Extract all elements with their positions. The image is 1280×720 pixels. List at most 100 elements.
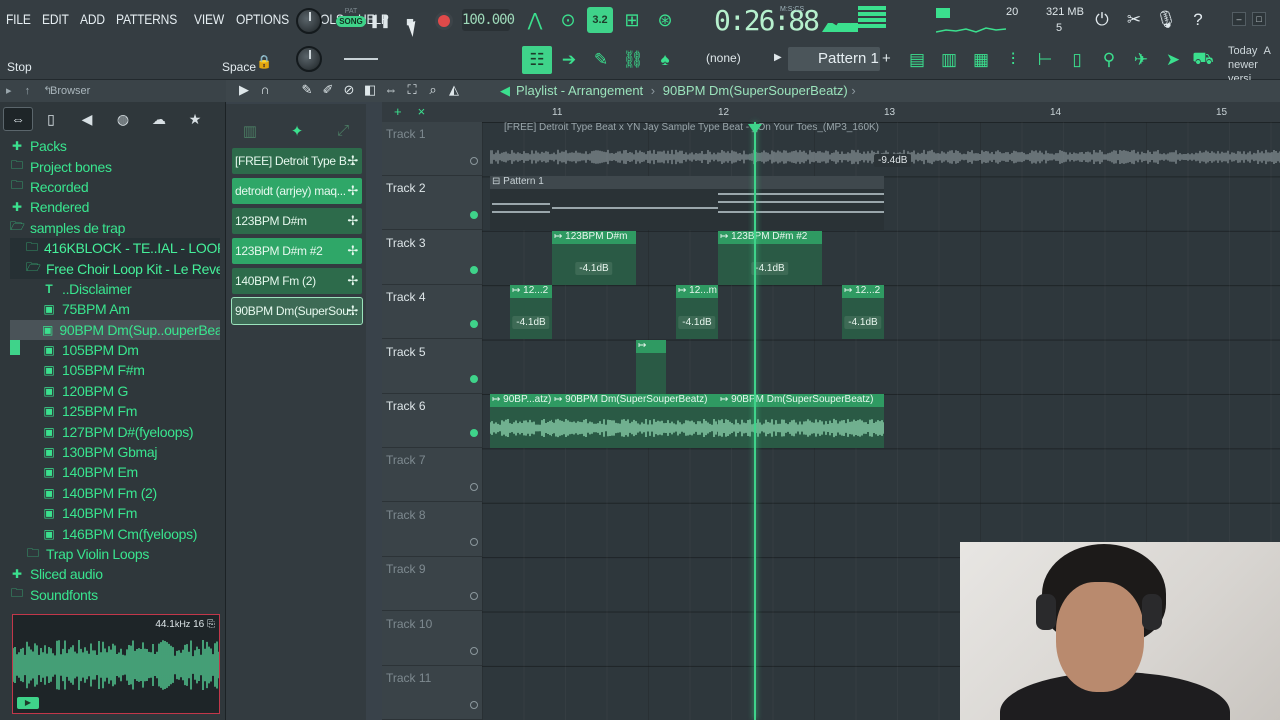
track-mute-led[interactable] bbox=[470, 646, 478, 655]
link-icon[interactable]: ⛓ bbox=[618, 46, 648, 74]
menu-patterns[interactable]: PATTERNS bbox=[116, 11, 177, 27]
track-header[interactable]: Track 6 bbox=[382, 394, 482, 448]
automation-clips-icon[interactable]: ⤢ bbox=[337, 122, 349, 142]
piano-roll-icon[interactable]: ▥ bbox=[934, 46, 964, 74]
plugin-tab-icon[interactable]: ◍ bbox=[105, 107, 141, 131]
browser-item[interactable]: 🗁 Free Choir Loop Kit - Le Reve bbox=[10, 258, 220, 279]
paint-icon[interactable]: ✐ bbox=[320, 82, 336, 100]
track-header[interactable]: Track 4 bbox=[382, 285, 482, 340]
audio-clips-icon[interactable]: ✦ bbox=[291, 122, 304, 142]
track-mute-led[interactable] bbox=[470, 211, 478, 220]
metronome-icon[interactable]: ⋀ bbox=[522, 7, 548, 33]
step-edit-icon[interactable]: ⊞ bbox=[619, 7, 645, 33]
magnet-icon[interactable]: ∩ bbox=[257, 82, 273, 100]
track-header[interactable]: Track 8 bbox=[382, 503, 482, 557]
track-mute-led[interactable] bbox=[470, 374, 478, 383]
browser-item[interactable]: ▣ 140BPM Em bbox=[10, 462, 220, 482]
browser-item[interactable]: 🗀 Trap Violin Loops bbox=[10, 544, 220, 564]
cart-icon[interactable]: ⛟ bbox=[1188, 46, 1218, 74]
arrow-right-icon[interactable]: ➔ bbox=[554, 46, 584, 74]
timeline-ruler[interactable]: 11 12 13 14 15 bbox=[482, 102, 1280, 122]
snap-selector[interactable]: (none) bbox=[684, 51, 764, 69]
browser-item[interactable]: 🗀 416KBLOCK - TE..IAL - LOOP KIT bbox=[10, 237, 220, 259]
pause-button[interactable]: ❚❚ bbox=[368, 9, 392, 33]
stamp-icon[interactable]: ♠ bbox=[650, 46, 680, 74]
current-project-tab-icon[interactable]: ▯ bbox=[33, 107, 69, 131]
mixer-icon[interactable]: ⫶ bbox=[998, 46, 1028, 74]
arrangement-arrow-icon[interactable]: ◀ bbox=[500, 83, 510, 98]
play-icon[interactable]: ▶ bbox=[236, 82, 252, 100]
browser-item[interactable]: ▣ 140BPM Fm (2) bbox=[10, 483, 220, 503]
favorites-tab-icon[interactable]: ★ bbox=[177, 107, 213, 131]
track-mute-led[interactable] bbox=[470, 265, 478, 274]
track-header[interactable]: Track 1 bbox=[382, 122, 482, 176]
plugin-db-tab-icon[interactable]: ◀ bbox=[69, 107, 105, 131]
clip-track4-b[interactable]: ↦ 12...m -4.1dB bbox=[676, 285, 718, 340]
browser-item[interactable]: ▣ 140BPM Fm bbox=[10, 503, 220, 523]
browser-item[interactable]: ✚ Packs bbox=[10, 136, 220, 156]
clip-source-item[interactable]: 140BPM Fm (2) ✢ bbox=[232, 268, 362, 294]
arrangement-name[interactable]: Playlist - Arrangement bbox=[516, 83, 643, 98]
browser-item[interactable]: T ..Disclaimer bbox=[10, 279, 220, 299]
master-pitch-slider-icon[interactable] bbox=[344, 46, 374, 74]
send-icon[interactable]: ➤ bbox=[1158, 46, 1188, 74]
track-header[interactable]: Track 9 bbox=[382, 557, 482, 612]
clip-track5[interactable]: ↦ bbox=[636, 339, 666, 394]
zoom-icon[interactable]: ⌕ bbox=[425, 82, 441, 100]
preview-play-button[interactable]: ▶ bbox=[17, 697, 39, 709]
browser-item[interactable]: 🗀 Recorded bbox=[10, 177, 220, 197]
browser-item[interactable]: ▣ 146BPM Cm(fyeloops) bbox=[10, 523, 220, 543]
track-header[interactable]: Track 5 bbox=[382, 340, 482, 394]
add-track-icon[interactable]: + bbox=[394, 104, 402, 119]
track-header[interactable]: Track 11 bbox=[382, 666, 482, 720]
plugin-icon[interactable]: ⊢ bbox=[1030, 46, 1060, 74]
clip-source-add-icon[interactable]: ✢ bbox=[347, 268, 358, 294]
browser-item[interactable]: 🗁 samples de trap bbox=[10, 218, 220, 238]
playlist-window-icon[interactable]: ▤ bbox=[902, 46, 932, 74]
browser-item[interactable]: ✚ Sliced audio bbox=[10, 564, 220, 584]
clip-track3-a[interactable]: ↦ 123BPM D#m -4.1dB bbox=[552, 230, 636, 285]
mute-icon[interactable]: ◧ bbox=[362, 82, 378, 100]
delete-icon[interactable]: ⊘ bbox=[341, 82, 357, 100]
scissors-icon[interactable]: ✂ bbox=[1122, 8, 1146, 32]
track-header[interactable]: Track 10 bbox=[382, 612, 482, 666]
file-icon[interactable]: ▯ bbox=[1062, 46, 1092, 74]
pencil-icon[interactable]: ✎ bbox=[299, 82, 315, 100]
menu-view[interactable]: VIEW bbox=[194, 11, 224, 27]
clip-track1-audio[interactable]: [FREE] Detroit Type Beat x YN Jay Sample… bbox=[490, 122, 1280, 176]
track-mute-led[interactable] bbox=[470, 157, 478, 165]
select-icon[interactable]: ⛶ bbox=[404, 82, 420, 100]
browser-item[interactable]: ▣ 127BPM D#(fyeloops) bbox=[10, 421, 220, 441]
master-pitch-knob[interactable] bbox=[296, 46, 322, 72]
clip-source-add-icon[interactable]: ✢ bbox=[347, 208, 358, 234]
record-button[interactable] bbox=[432, 9, 456, 33]
channel-rack-icon[interactable]: ▦ bbox=[966, 46, 996, 74]
track-header[interactable]: Track 3 bbox=[382, 231, 482, 285]
clip-track4-a[interactable]: ↦ 12...2 -4.1dB bbox=[510, 285, 552, 340]
maximize-icon[interactable]: □ bbox=[1252, 12, 1266, 26]
help-icon[interactable]: ? bbox=[1186, 8, 1210, 32]
add-pattern-button[interactable]: + bbox=[882, 50, 891, 67]
clip-source-item[interactable]: 90BPM Dm(SuperSou... ✢ bbox=[231, 297, 363, 325]
track-mute-led[interactable] bbox=[470, 537, 478, 546]
browser-item[interactable]: ▣ 75BPM Am bbox=[10, 299, 220, 319]
browser-item[interactable]: ✚ Rendered bbox=[10, 197, 220, 217]
menu-file[interactable]: FILE bbox=[6, 11, 31, 27]
track-mute-led[interactable] bbox=[470, 701, 478, 709]
clip-track4-c[interactable]: ↦ 12...2 -4.1dB bbox=[842, 285, 884, 340]
all-files-tab-icon[interactable]: ⇔ bbox=[3, 107, 33, 131]
browser-nav-icons[interactable]: ▸ ↑ ↰ bbox=[6, 84, 57, 97]
play-arrow-icon[interactable]: ▶ bbox=[774, 52, 782, 63]
menu-options[interactable]: OPTIONS bbox=[236, 11, 289, 27]
minimize-icon[interactable]: – bbox=[1232, 12, 1246, 26]
clip-source-item[interactable]: detroidt (arrjey) maq... ✢ bbox=[232, 178, 362, 204]
browser-item[interactable]: ▣ 105BPM F#m bbox=[10, 360, 220, 380]
pattern-selector[interactable]: Pattern 1 bbox=[788, 47, 880, 71]
microphone-icon[interactable]: 🎙 bbox=[1154, 8, 1178, 32]
cloud-tab-icon[interactable]: ☁ bbox=[141, 107, 177, 131]
clip-source-item[interactable]: 123BPM D#m ✢ bbox=[232, 208, 362, 234]
playback-icon[interactable]: ◭ bbox=[446, 82, 462, 100]
power-icon[interactable]: ⏻ bbox=[1090, 8, 1114, 32]
loop-record-icon[interactable]: ⊛ bbox=[652, 7, 678, 33]
clip-source-item[interactable]: [FREE] Detroit Type B... ✢ bbox=[232, 148, 362, 174]
